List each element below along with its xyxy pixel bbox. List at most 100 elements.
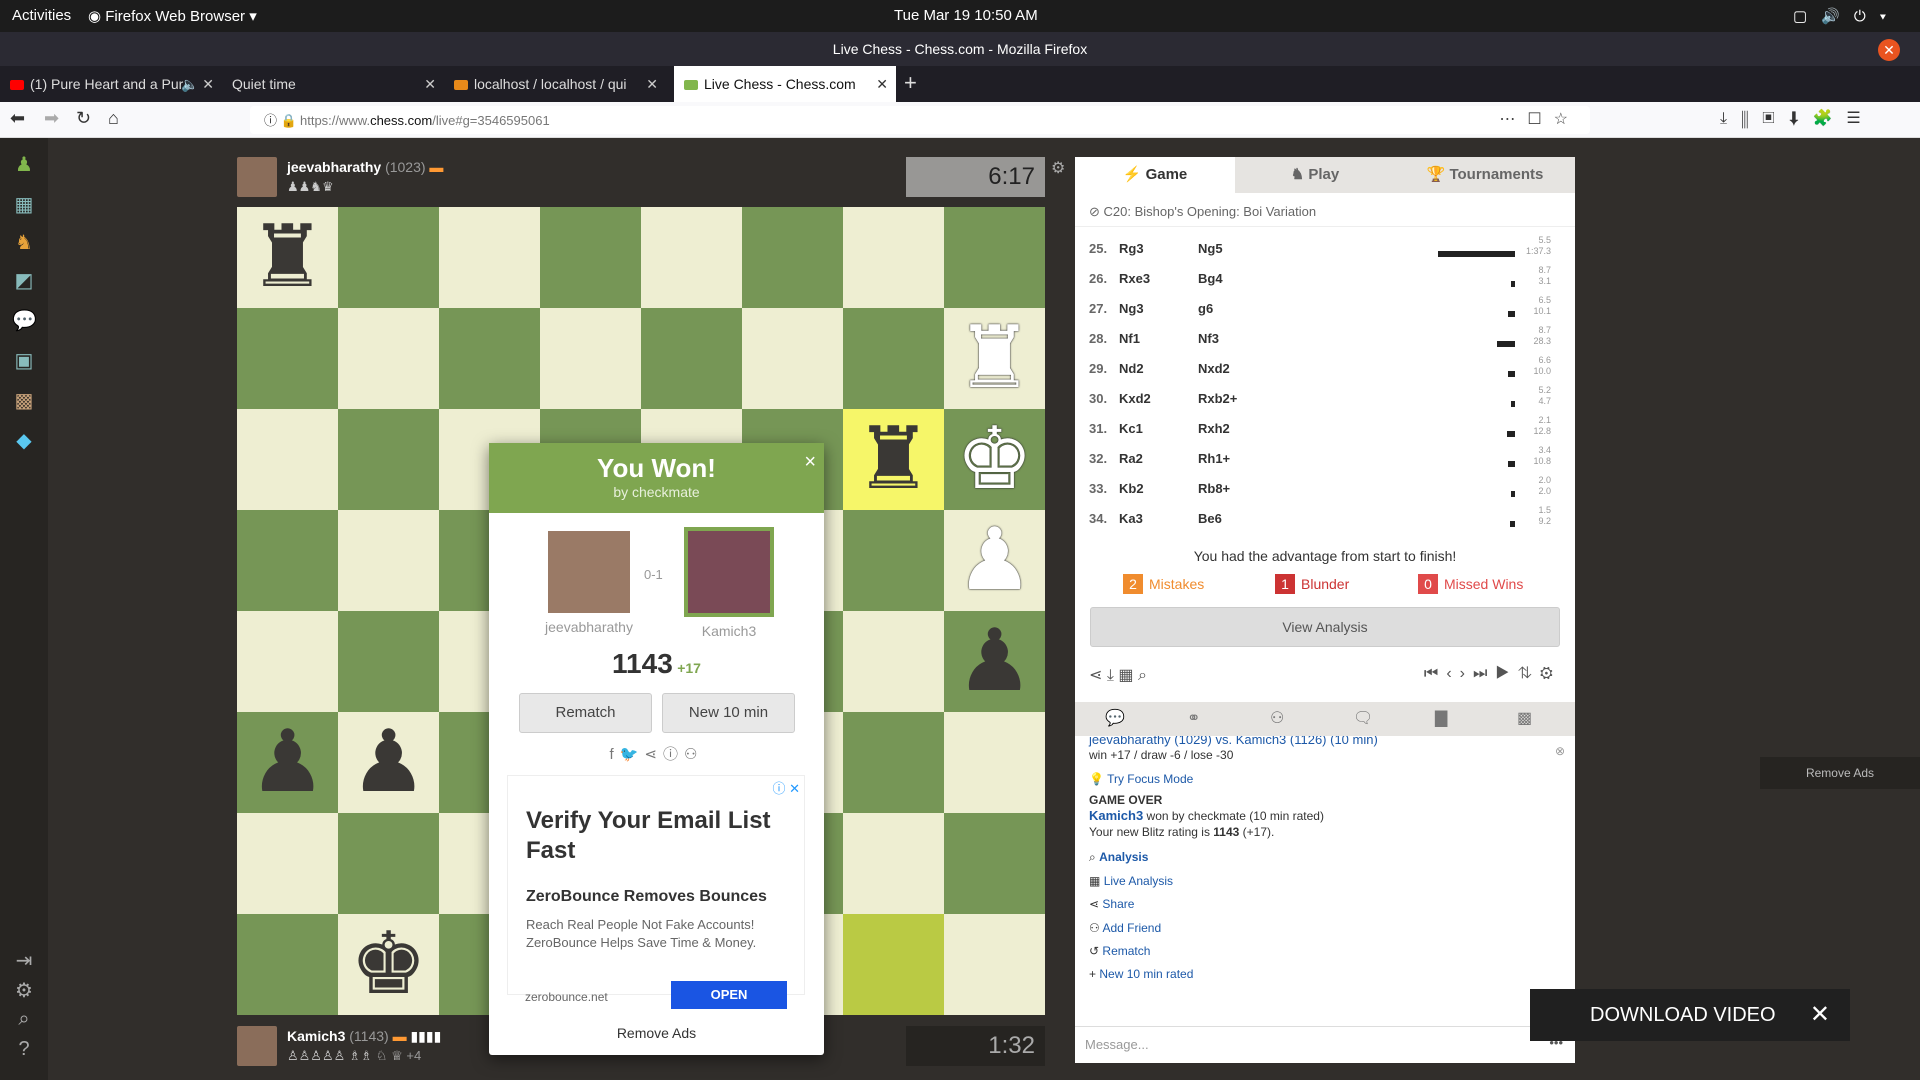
player1-name[interactable]: jeevabharathy <box>545 619 633 635</box>
square-g2[interactable] <box>843 813 944 914</box>
avatar[interactable] <box>684 527 774 617</box>
url-text[interactable]: https://www.chess.com/live#g=3546595061 <box>300 113 550 128</box>
tab-close-icon[interactable]: ✕ <box>646 66 658 102</box>
chess-logo-icon[interactable]: ♟ <box>12 152 36 176</box>
player2-name[interactable]: Kamich3 <box>702 623 756 639</box>
friends-icon[interactable]: ⚇ <box>1270 708 1284 728</box>
piece-a3[interactable]: ♟ <box>237 712 338 813</box>
play-icon[interactable]: ▦ <box>12 192 36 216</box>
ad-open-button[interactable]: OPEN <box>671 981 787 1009</box>
white-move[interactable]: Ka3 <box>1119 511 1143 526</box>
move-row[interactable]: 31. Kc1 Rxh2 2.1 12.8 <box>1075 413 1555 443</box>
watch-icon[interactable]: ▣ <box>12 348 36 372</box>
square-c8[interactable] <box>439 207 540 308</box>
square-d8[interactable] <box>540 207 641 308</box>
ad-headline[interactable]: Verify Your Email List Fast <box>526 806 786 866</box>
analysis-icon[interactable]: ▦ <box>1118 667 1133 684</box>
tab-play[interactable]: ♞ Play <box>1235 157 1395 193</box>
share-link[interactable]: ⋖ Share <box>1089 897 1134 911</box>
player-name[interactable]: Kamich3 (1143) ▬ ▮▮▮▮ <box>287 1028 441 1045</box>
square-d7[interactable] <box>540 308 641 409</box>
avatar[interactable] <box>237 157 277 197</box>
new-game-button[interactable]: New 10 min <box>662 693 795 733</box>
piece-h7[interactable]: ♜ <box>944 308 1045 409</box>
share-label[interactable]: Share <box>1102 897 1134 911</box>
modal-remove-ads[interactable]: Remove Ads <box>489 1025 824 1041</box>
square-a5[interactable] <box>237 510 338 611</box>
stats-icon[interactable]: ▇ <box>1435 708 1447 728</box>
square-g5[interactable] <box>843 510 944 611</box>
missed-wins-stat[interactable]: 0 Missed Wins <box>1418 574 1523 594</box>
diamond-icon[interactable]: ◆ <box>12 428 36 452</box>
square-a6[interactable] <box>237 409 338 510</box>
focus-mode-label[interactable]: Try Focus Mode <box>1107 772 1193 786</box>
square-g4[interactable] <box>843 611 944 712</box>
tab-close-icon[interactable]: 🔈 ✕ <box>181 66 214 102</box>
square-e7[interactable] <box>641 308 742 409</box>
square-h8[interactable] <box>944 207 1045 308</box>
explorer-icon[interactable]: ⌕ <box>1138 667 1147 684</box>
search-icon[interactable]: ⌕ <box>12 1008 36 1032</box>
twitter-icon[interactable]: 🐦 <box>620 746 645 763</box>
board-icon[interactable]: ▩ <box>12 388 36 412</box>
white-move[interactable]: Ng3 <box>1119 301 1144 316</box>
tab-close-icon[interactable]: ✕ <box>424 66 436 102</box>
white-move[interactable]: Kb2 <box>1119 481 1144 496</box>
move-row[interactable]: 27. Ng3 g6 6.5 10.1 <box>1075 293 1555 323</box>
chat-message-input[interactable]: Message... ••• <box>1075 1026 1575 1063</box>
events-icon[interactable]: ▩ <box>1517 708 1532 728</box>
gear-icon[interactable]: ⚙ <box>1051 158 1065 178</box>
reload-icon[interactable]: ↻ <box>76 108 91 129</box>
tab-quiet-time[interactable]: Quiet time ✕ <box>222 66 444 102</box>
black-move[interactable]: Ng5 <box>1198 241 1223 256</box>
move-row[interactable]: 28. Nf1 Nf3 8.7 28.3 <box>1075 323 1555 353</box>
tab-localhost[interactable]: localhost / localhost / qui ✕ <box>444 66 666 102</box>
remove-ads-link[interactable]: Remove Ads <box>1760 757 1920 789</box>
nav-buttons[interactable]: ⏮‹›⏭▶⇅⚙ <box>1424 665 1561 683</box>
square-h2[interactable] <box>944 813 1045 914</box>
piece-b3[interactable]: ♟ <box>338 712 439 813</box>
advertisement[interactable]: ⓘ ✕ Verify Your Email List Fast ZeroBoun… <box>507 775 805 995</box>
share-icon[interactable]: ⋖ <box>644 746 663 763</box>
blunder-stat[interactable]: 1 Blunder <box>1275 574 1349 594</box>
tab-tournaments[interactable]: 🏆 Tournaments <box>1395 157 1575 193</box>
piece-g6[interactable]: ♜ <box>843 409 944 510</box>
square-a2[interactable] <box>237 813 338 914</box>
move-row[interactable]: 30. Kxd2 Rxb2+ 5.2 4.7 <box>1075 383 1555 413</box>
focus-mode-link[interactable]: 💡 Try Focus Mode <box>1089 772 1193 786</box>
new-game-link[interactable]: + New 10 min rated <box>1089 967 1193 981</box>
system-clock[interactable]: Tue Mar 19 10:50 AM <box>894 7 1038 24</box>
chat-log[interactable]: jeevabharathy (1029) vs. Kamich3 (1126) … <box>1075 736 1575 1026</box>
facebook-icon[interactable]: f <box>610 746 620 763</box>
report-icon[interactable]: ⓘ <box>663 746 684 763</box>
move-row[interactable]: 32. Ra2 Rh1+ 3.4 10.8 <box>1075 443 1555 473</box>
square-b5[interactable] <box>338 510 439 611</box>
black-move[interactable]: Rxb2+ <box>1198 391 1237 406</box>
add-friend-icon[interactable]: ⚇ <box>684 746 703 763</box>
settings-icon[interactable]: ⚙ <box>12 978 36 1002</box>
square-e8[interactable] <box>641 207 742 308</box>
winner-link[interactable]: Kamich3 <box>1089 808 1143 823</box>
live-analysis-label[interactable]: Live Analysis <box>1104 874 1173 888</box>
black-move[interactable]: Rh1+ <box>1198 451 1230 466</box>
modal-close-button[interactable]: × <box>804 451 816 474</box>
square-h3[interactable] <box>944 712 1045 813</box>
move-row[interactable]: 29. Nd2 Nxd2 6.6 10.0 <box>1075 353 1555 383</box>
download-video-label[interactable]: DOWNLOAD VIDEO <box>1590 1004 1776 1026</box>
white-move[interactable]: Rxe3 <box>1119 271 1150 286</box>
black-move[interactable]: Nxd2 <box>1198 361 1230 376</box>
opening-name[interactable]: ⊘ C20: Bishop's Opening: Boi Variation <box>1075 193 1575 227</box>
square-b6[interactable] <box>338 409 439 510</box>
download-video-banner[interactable]: DOWNLOAD VIDEO ✕ <box>1530 989 1850 1041</box>
live-analysis-link[interactable]: ▦ Live Analysis <box>1089 874 1173 888</box>
chat-icon[interactable]: 💬 <box>1105 708 1125 728</box>
square-c7[interactable] <box>439 308 540 409</box>
square-f7[interactable] <box>742 308 843 409</box>
square-b8[interactable] <box>338 207 439 308</box>
forward-icon[interactable]: ➡ <box>44 108 59 129</box>
puzzles-icon[interactable]: ♞ <box>12 230 36 254</box>
black-move[interactable]: Rb8+ <box>1198 481 1230 496</box>
close-icon[interactable]: ✕ <box>1810 989 1830 1041</box>
black-move[interactable]: Nf3 <box>1198 331 1219 346</box>
square-g8[interactable] <box>843 207 944 308</box>
